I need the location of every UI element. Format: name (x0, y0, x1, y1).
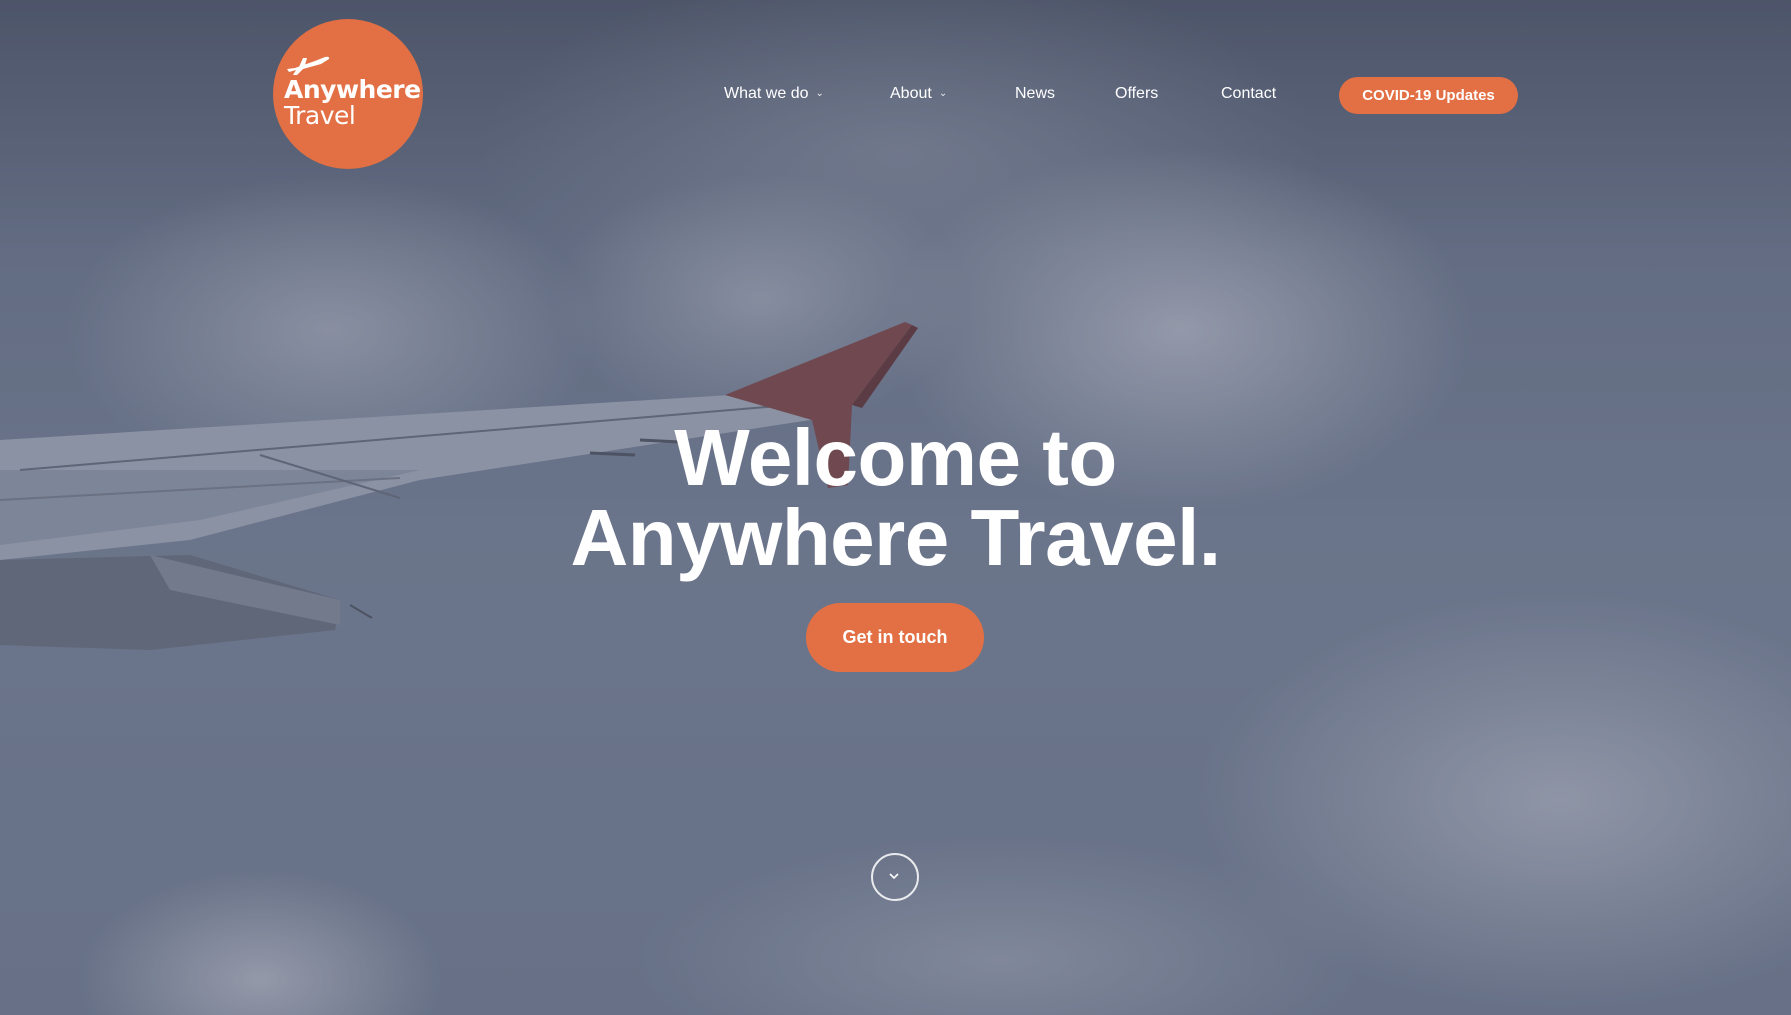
nav-item-label: News (1015, 85, 1056, 102)
scroll-down-button[interactable] (871, 853, 919, 901)
nav-item-offers[interactable]: Offers (1115, 85, 1158, 103)
headline-line2: Anywhere Travel. (570, 493, 1221, 582)
nav-item-news[interactable]: News (1015, 85, 1055, 103)
hero-section: Anywhere Travel What we do ⌄ About ⌄ News … (0, 0, 1791, 1015)
logo-wordmark-line2: Travel (284, 101, 356, 130)
logo-wordmark-line1: Anywhere (284, 75, 421, 104)
nav-item-label: Contact (1221, 85, 1277, 102)
chevron-down-icon (889, 873, 899, 880)
hero-headline: Welcome to Anywhere Travel. (0, 418, 1791, 578)
nav-item-about[interactable]: About ⌄ (890, 85, 947, 103)
nav-item-label: What we do (724, 85, 809, 102)
chevron-down-icon: ⌄ (938, 88, 948, 99)
get-in-touch-button[interactable]: Get in touch (806, 603, 984, 672)
nav-item-what-we-do[interactable]: What we do ⌄ (724, 85, 824, 103)
headline-line1: Welcome to (674, 413, 1117, 502)
brand-logo[interactable]: Anywhere Travel (273, 19, 423, 169)
airplane-icon (287, 56, 330, 75)
chevron-down-icon: ⌄ (815, 88, 824, 99)
nav-item-label: Offers (1115, 85, 1159, 102)
nav-item-contact[interactable]: Contact (1221, 85, 1276, 103)
covid-updates-button[interactable]: COVID-19 Updates (1339, 77, 1518, 114)
nav-item-label: About (890, 85, 932, 102)
